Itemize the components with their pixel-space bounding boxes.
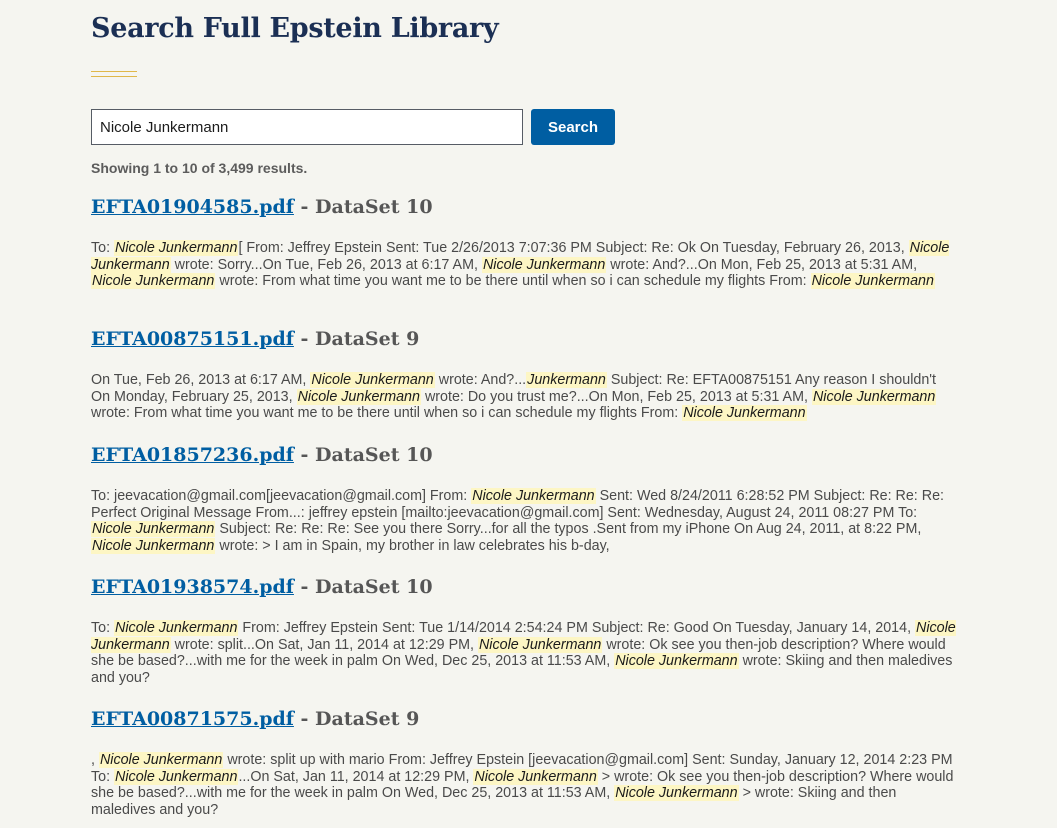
- snippet-highlight: Nicole Junkermann: [481, 256, 607, 273]
- result-heading: EFTA01938574.pdf - DataSet 10: [91, 576, 957, 598]
- snippet-highlight: Nicole Junkermann: [614, 653, 739, 669]
- result-heading: EFTA01904585.pdf - DataSet 10: [91, 196, 957, 218]
- snippet-highlight: Nicole Junkermann: [114, 240, 239, 256]
- snippet-text: [ From: Jeffrey Epstein Sent: Tue 2/26/2…: [238, 240, 909, 256]
- snippet-text: wrote: split...On Sat, Jan 11, 2014 at 1…: [170, 636, 478, 653]
- result-file-link[interactable]: EFTA01904585.pdf: [91, 196, 294, 218]
- search-form: Search: [91, 109, 615, 145]
- result-item: EFTA01938574.pdf - DataSet 10 To: Nicole …: [91, 576, 957, 686]
- snippet-text: To:: [91, 240, 115, 256]
- title-divider: [91, 71, 137, 77]
- snippet-text: From: Jeffrey Epstein Sent: Tue 1/14/201…: [238, 620, 916, 636]
- result-item: EFTA00871575.pdf - DataSet 9, Nicole Jun…: [91, 708, 957, 818]
- snippet-highlight: Nicole Junkermann: [811, 388, 937, 405]
- snippet-highlight: Nicole Junkermann: [682, 405, 807, 421]
- snippet-highlight: Junkermann: [526, 372, 607, 388]
- result-dataset: - DataSet 10: [293, 196, 433, 218]
- snippet-text: wrote: From what time you want me to be …: [91, 405, 683, 421]
- snippet-text: wrote: Sorry...On Tue, Feb 26, 2013 at 6…: [170, 256, 482, 273]
- search-button[interactable]: Search: [531, 109, 615, 145]
- snippet-text: wrote: Do you trust me?...On Mon, Feb 25…: [420, 388, 812, 405]
- result-snippet: , Nicole Junkermann wrote: split up with…: [91, 752, 957, 818]
- result-heading: EFTA01857236.pdf - DataSet 10: [91, 444, 957, 466]
- snippet-highlight: Nicole Junkermann: [98, 752, 224, 768]
- result-heading: EFTA00875151.pdf - DataSet 9: [91, 328, 957, 350]
- snippet-highlight: Nicole Junkermann: [471, 488, 596, 504]
- snippet-text: wrote: > I am in Spain, my brother in la…: [215, 537, 610, 554]
- result-file-link[interactable]: EFTA01938574.pdf: [91, 576, 294, 598]
- snippet-text: On Tue, Feb 26, 2013 at 6:17 AM,: [91, 372, 311, 388]
- result-item: EFTA01857236.pdf - DataSet 10 To: jeevaca…: [91, 444, 957, 554]
- snippet-text: Subject: Re: Re: Re: See you there Sorry…: [215, 521, 922, 537]
- snippet-highlight: Nicole Junkermann: [114, 620, 239, 636]
- result-file-link[interactable]: EFTA00871575.pdf: [91, 708, 294, 730]
- snippet-highlight: Nicole Junkermann: [296, 388, 421, 405]
- result-heading: EFTA00871575.pdf - DataSet 9: [91, 708, 957, 730]
- snippet-highlight: Nicole Junkermann: [810, 273, 935, 289]
- search-input[interactable]: [91, 109, 523, 145]
- snippet-highlight: Nicole Junkermann: [91, 273, 216, 289]
- result-file-link[interactable]: EFTA01857236.pdf: [91, 444, 294, 466]
- result-dataset: - DataSet 10: [293, 576, 433, 598]
- result-snippet: To: jeevacation@gmail.com[jeevacation@gm…: [91, 488, 957, 554]
- snippet-highlight: Nicole Junkermann: [477, 636, 603, 653]
- snippet-highlight: Nicole Junkermann: [310, 372, 435, 388]
- snippet-highlight: Nicole Junkermann: [473, 768, 598, 785]
- snippet-text: wrote: And?...: [434, 372, 527, 388]
- result-item: EFTA00875151.pdf - DataSet 9 On Tue, Feb …: [91, 328, 957, 422]
- result-file-link[interactable]: EFTA00875151.pdf: [91, 328, 294, 350]
- snippet-text: To:: [91, 620, 115, 636]
- result-snippet: To: Nicole Junkermann[ From: Jeffrey Eps…: [91, 240, 957, 290]
- page-title: Search Full Epstein Library: [91, 13, 499, 44]
- snippet-text: To: jeevacation@gmail.com[jeevacation@gm…: [91, 488, 472, 504]
- snippet-text: ,: [91, 752, 99, 768]
- snippet-highlight: Nicole Junkermann: [91, 521, 216, 537]
- snippet-highlight: Nicole Junkermann: [614, 785, 739, 801]
- result-item: EFTA01904585.pdf - DataSet 10 To: Nicole …: [91, 196, 957, 290]
- results-count: Showing 1 to 10 of 3,499 results.: [91, 160, 308, 176]
- result-snippet: To: Nicole Junkermann From: Jeffrey Epst…: [91, 620, 957, 686]
- snippet-text: ...On Sat, Jan 11, 2014 at 12:29 PM,: [238, 768, 474, 785]
- result-dataset: - DataSet 10: [293, 444, 433, 466]
- result-dataset: - DataSet 9: [293, 328, 420, 350]
- result-snippet: On Tue, Feb 26, 2013 at 6:17 AM, Nicole …: [91, 372, 957, 422]
- snippet-highlight: Nicole Junkermann: [91, 537, 216, 554]
- snippet-highlight: Nicole Junkermann: [114, 768, 239, 785]
- snippet-text: wrote: From what time you want me to be …: [215, 273, 811, 289]
- snippet-text: wrote: And?...On Mon, Feb 25, 2013 at 5:…: [606, 256, 918, 273]
- result-dataset: - DataSet 9: [293, 708, 420, 730]
